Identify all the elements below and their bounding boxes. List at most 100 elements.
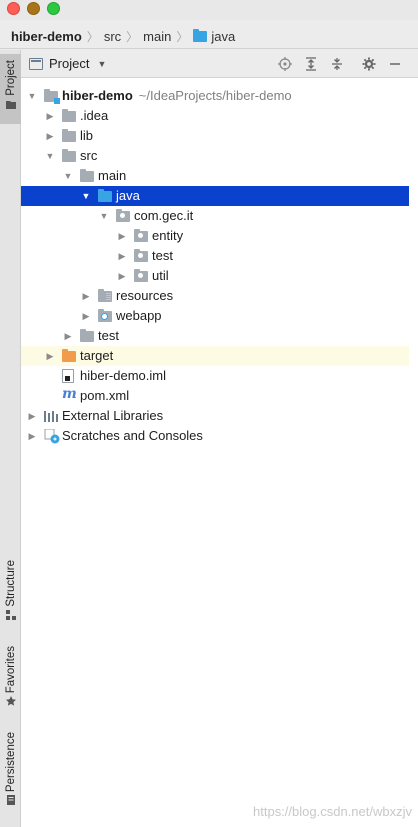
folder-orange-icon xyxy=(62,349,76,362)
tree-node[interactable]: ▶ resources xyxy=(21,286,409,306)
package-icon xyxy=(134,269,148,282)
folder-icon xyxy=(5,100,16,109)
expand-arrow-right-icon[interactable]: ▶ xyxy=(81,291,91,301)
tree-node[interactable]: hiber-demo.iml xyxy=(21,366,409,386)
expand-arrow-right-icon[interactable]: ▶ xyxy=(27,411,37,421)
breadcrumb-separator-icon: 〉 xyxy=(176,29,189,44)
breadcrumb-item[interactable]: src xyxy=(104,29,121,44)
favorites-tool-button[interactable]: Favorites xyxy=(0,646,21,720)
gear-icon[interactable] xyxy=(361,56,377,72)
module-icon xyxy=(44,89,60,104)
breadcrumb-separator-icon: 〉 xyxy=(86,29,99,44)
expand-arrow-right-icon[interactable]: ▶ xyxy=(81,311,91,321)
expand-all-icon[interactable] xyxy=(303,56,319,72)
tree-node-text: com.gec.it xyxy=(134,208,194,223)
tree-node[interactable]: ▼ com.gec.it xyxy=(21,206,409,226)
minimize-window-button[interactable] xyxy=(27,2,40,15)
tree-node-text: External Libraries xyxy=(62,408,164,423)
structure-tool-button[interactable]: Structure xyxy=(0,560,21,632)
star-icon xyxy=(5,696,16,706)
tree-node-text: test xyxy=(152,248,173,263)
folder-blue-icon xyxy=(98,189,112,202)
tree-node-label: hiber-demo.iml xyxy=(80,368,166,383)
tree-node[interactable]: ▶ util xyxy=(21,266,409,286)
tree-node-label: Scratches and Consoles xyxy=(62,428,203,443)
zoom-window-button[interactable] xyxy=(47,2,60,15)
watermark: https://blog.csdn.net/wbxzjv xyxy=(253,804,412,819)
folder-gray-icon xyxy=(62,129,76,142)
tree-node-text: java xyxy=(116,188,140,203)
tree-node[interactable]: ▶ test xyxy=(21,246,409,266)
project-tool-button[interactable]: Project xyxy=(0,54,21,124)
expand-arrow-right-icon[interactable]: ▶ xyxy=(117,231,127,241)
tree-node-label: util xyxy=(152,268,169,283)
package-icon xyxy=(134,249,148,262)
expand-arrow-right-icon[interactable]: ▶ xyxy=(27,431,37,441)
tree-node-text: main xyxy=(98,168,127,183)
expand-arrow-right-icon[interactable]: ▶ xyxy=(45,111,55,121)
expand-arrow-right-icon[interactable]: ▶ xyxy=(117,271,127,281)
tree-node[interactable]: ▶ test xyxy=(21,326,409,346)
persistence-icon xyxy=(6,795,15,806)
tool-button-label: Structure xyxy=(4,560,17,607)
tree-node-label: webapp xyxy=(116,308,162,323)
tree-node[interactable]: ▼ hiber-demo ~/IdeaProjects/hiber-demo xyxy=(21,86,409,106)
expand-arrow-right-icon[interactable]: ▶ xyxy=(45,131,55,141)
persistence-tool-button[interactable]: Persistence xyxy=(0,732,21,824)
libraries-icon xyxy=(44,410,59,422)
tree-node[interactable]: ▶ entity xyxy=(21,226,409,246)
breadcrumb-item[interactable]: java xyxy=(193,28,235,44)
tree-node-text: hiber-demo xyxy=(62,88,133,103)
tree-node[interactable]: ▶ lib xyxy=(21,126,409,146)
tool-button-label: Persistence xyxy=(4,732,17,793)
breadcrumb-item[interactable]: hiber-demo xyxy=(11,29,82,44)
tree-node[interactable]: ▼ java xyxy=(21,186,409,206)
tree-node[interactable]: ▼ main xyxy=(21,166,409,186)
expand-arrow-right-icon[interactable]: ▶ xyxy=(45,351,55,361)
navigation-bar: hiber-demo 〉 src 〉 main 〉 java xyxy=(0,24,418,49)
tree-node[interactable]: m pom.xml xyxy=(21,386,409,406)
expand-arrow-down-icon[interactable]: ▼ xyxy=(63,171,73,181)
breadcrumb-item[interactable]: main xyxy=(143,29,171,44)
maven-icon: m xyxy=(62,386,77,402)
close-window-button[interactable] xyxy=(7,2,20,15)
tree-node[interactable]: ▼ src xyxy=(21,146,409,166)
tree-node[interactable]: ▶ External Libraries xyxy=(21,406,409,426)
tree-node-text: util xyxy=(152,268,169,283)
locate-icon[interactable] xyxy=(277,56,293,72)
tree-node-label: .idea xyxy=(80,108,108,123)
project-panel: Project ▼ ▼ hiber-demo ~/IdeaProjects/hibe… xyxy=(21,50,418,827)
folder-gray-icon xyxy=(62,149,76,162)
expand-arrow-down-icon[interactable]: ▼ xyxy=(27,91,37,101)
iml-file-icon xyxy=(62,369,74,383)
tree-node-text: Scratches and Consoles xyxy=(62,428,203,443)
expand-arrow-right-icon[interactable]: ▶ xyxy=(117,251,127,261)
expand-arrow-down-icon[interactable]: ▼ xyxy=(81,191,91,201)
collapse-all-icon[interactable] xyxy=(329,56,345,72)
tree-node-label: lib xyxy=(80,128,93,143)
tree-node[interactable]: ▶ Scratches and Consoles xyxy=(21,426,409,446)
expand-arrow-down-icon[interactable]: ▼ xyxy=(45,151,55,161)
folder-blue-icon xyxy=(193,28,208,42)
tree-node-label: hiber-demo ~/IdeaProjects/hiber-demo xyxy=(62,88,292,103)
hide-icon[interactable] xyxy=(387,56,403,72)
tree-node-text: target xyxy=(80,348,114,363)
expand-arrow-right-icon[interactable]: ▶ xyxy=(63,331,73,341)
tree-node-path: ~/IdeaProjects/hiber-demo xyxy=(138,88,292,103)
web-folder-icon xyxy=(98,309,112,322)
folder-gray-icon xyxy=(80,329,94,342)
tree-node-text: resources xyxy=(116,288,174,303)
tree-node[interactable]: ▶ webapp xyxy=(21,306,409,326)
window-title-bar xyxy=(0,0,418,20)
expand-arrow-down-icon[interactable]: ▼ xyxy=(99,211,109,221)
tree-node[interactable]: ▶ .idea xyxy=(21,106,409,126)
package-icon xyxy=(116,209,130,222)
tree-node-text: pom.xml xyxy=(80,388,130,403)
chevron-down-icon[interactable]: ▼ xyxy=(97,59,106,69)
tool-button-label: Favorites xyxy=(4,646,17,694)
tree-node[interactable]: ▶ target xyxy=(21,346,409,366)
breadcrumb-label: src xyxy=(103,28,122,44)
project-panel-header: Project ▼ xyxy=(21,50,418,78)
project-view-dropdown[interactable]: Project xyxy=(49,56,89,71)
scratches-icon xyxy=(44,428,60,444)
